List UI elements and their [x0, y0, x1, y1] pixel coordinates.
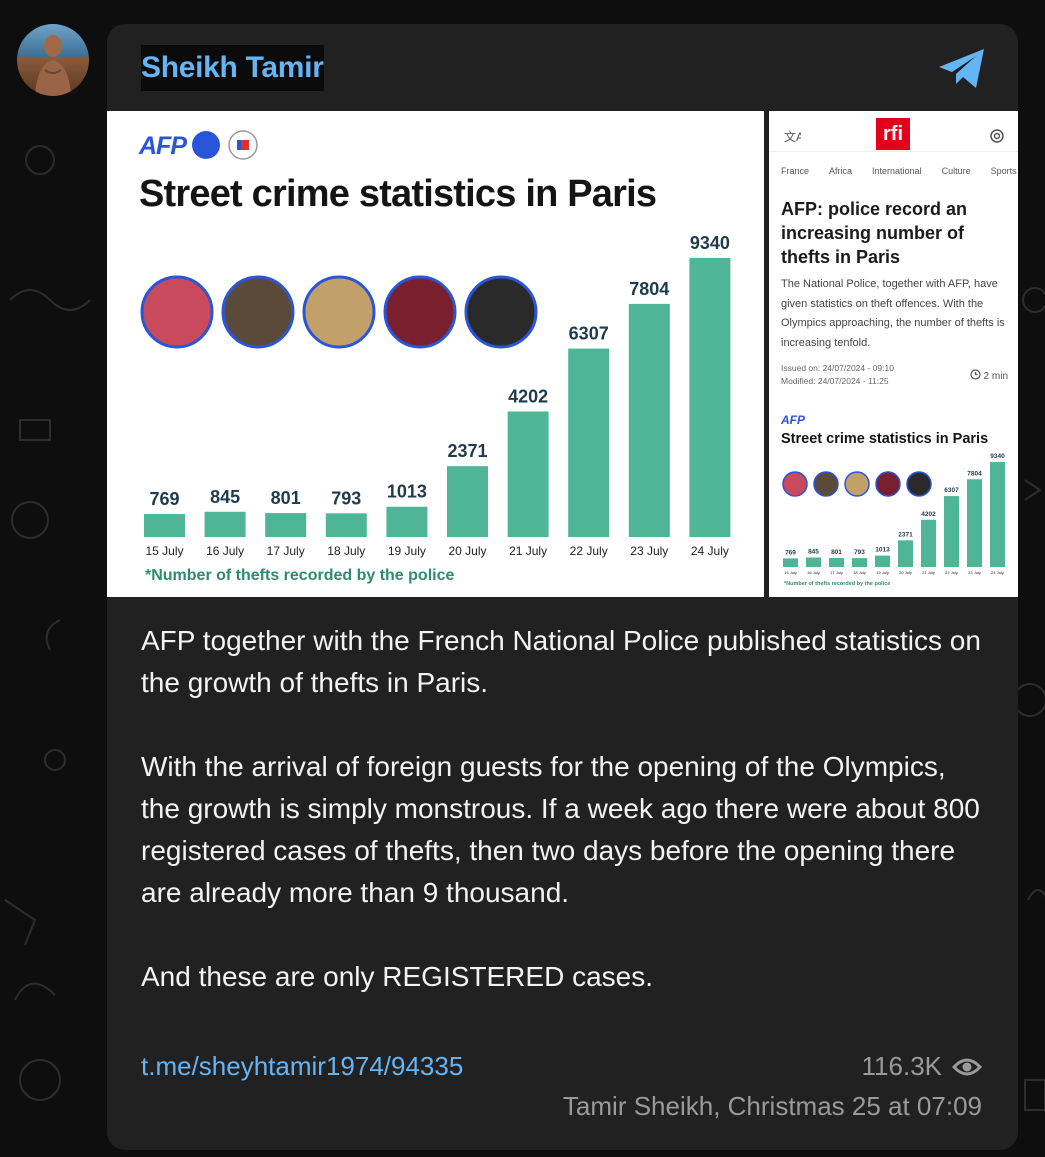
side-bar-6 — [898, 540, 913, 567]
side-theft-icons — [782, 471, 932, 497]
side-bar-5 — [875, 555, 890, 567]
side-bar-1 — [783, 558, 798, 567]
side-bar-2 — [806, 557, 821, 567]
side-value-label-7: 4202 — [921, 511, 936, 518]
side-category-label-10: 24 July — [991, 570, 1004, 575]
side-category-label-2: 16 July — [807, 570, 820, 575]
eye-icon — [952, 1058, 982, 1075]
value-label-7: 4202 — [508, 386, 548, 406]
bar-3 — [265, 513, 307, 537]
category-label-6: 20 July — [448, 544, 486, 558]
chart-footnote: *Number of thefts recorded by the police — [145, 567, 455, 584]
bar-6 — [447, 466, 488, 537]
side-bar-8 — [944, 496, 959, 567]
category-label-10: 24 July — [691, 544, 729, 558]
phone-theft-icon — [140, 275, 214, 349]
chart-area: 769 15 July 845 16 July 801 17 July 793 18 July… — [140, 233, 731, 558]
side-value-label-8: 6307 — [944, 487, 959, 494]
handbag-theft-icon — [464, 275, 538, 349]
chart-image[interactable]: AFP Street crime statistics in Paris 769… — [107, 111, 764, 597]
bar-9 — [628, 303, 670, 537]
category-label-7: 21 July — [509, 544, 547, 558]
bar-4 — [325, 513, 367, 537]
side-chart-footnote: *Number of thefts recorded by the police — [784, 581, 890, 587]
jewelry-theft-icon — [302, 275, 376, 349]
value-label-1: 769 — [149, 489, 179, 509]
side-bar-4 — [852, 558, 867, 567]
category-label-3: 17 July — [267, 544, 305, 558]
side-category-label-8: 22 July — [945, 570, 958, 575]
side-category-label-3: 17 July — [830, 570, 843, 575]
value-label-10: 9340 — [690, 233, 730, 253]
post-text: AFP together with the French National Po… — [141, 620, 981, 998]
side-category-label-5: 19 July — [876, 570, 889, 575]
side-bar-9 — [967, 479, 982, 567]
value-label-9: 7804 — [629, 279, 669, 299]
value-label-8: 6307 — [569, 324, 609, 344]
category-label-8: 22 July — [570, 544, 608, 558]
side-category-label-1: 15 July — [784, 570, 797, 575]
side-value-label-1: 769 — [785, 549, 796, 556]
bar-1 — [144, 514, 185, 537]
theft-icons — [140, 275, 538, 349]
value-label-2: 845 — [210, 487, 240, 507]
post-paragraph-1: AFP together with the French National Po… — [141, 625, 981, 698]
bar-7 — [507, 411, 549, 537]
side-value-label-2: 845 — [808, 549, 819, 556]
wallet-theft-icon — [221, 275, 295, 349]
side-value-label-10: 9340 — [990, 453, 1005, 460]
value-label-3: 801 — [271, 488, 301, 508]
article-screenshot[interactable]: 文A rfi France Africa International Culture S… — [769, 111, 1018, 597]
value-label-4: 793 — [331, 488, 361, 508]
side-category-label-9: 23 July — [968, 570, 981, 575]
category-label-4: 18 July — [327, 544, 365, 558]
bar-10 — [689, 258, 731, 537]
bar-5 — [386, 506, 428, 537]
side-value-label-3: 801 — [831, 549, 842, 556]
author-timestamp: Tamir Sheikh, Christmas 25 at 07:09 — [562, 1091, 982, 1121]
value-label-6: 2371 — [447, 441, 487, 461]
category-label-5: 19 July — [388, 544, 426, 558]
value-label-5: 1013 — [387, 482, 427, 502]
side-bar-3 — [829, 557, 844, 567]
view-count: 116.3K — [862, 1051, 982, 1082]
bar-8 — [568, 348, 610, 537]
message-card: Sheikh Tamir AFP Street crime statistics… — [107, 24, 1018, 1150]
post-paragraph-2: With the arrival of foreign guests for t… — [141, 751, 980, 908]
avatar-photo — [35, 35, 71, 96]
category-label-1: 15 July — [145, 544, 183, 558]
telegram-share-icon[interactable] — [936, 46, 988, 92]
side-value-label-6: 2371 — [898, 531, 913, 538]
side-value-label-4: 793 — [854, 549, 865, 556]
category-label-2: 16 July — [206, 544, 244, 558]
post-paragraph-3: And these are only REGISTERED cases. — [141, 961, 653, 992]
side-chart-thumbnail: 769 15 July 845 16 July 801 17 July 793 18 July… — [782, 453, 1005, 587]
side-bar-10 — [990, 462, 1005, 567]
side-category-label-7: 21 July — [922, 570, 935, 575]
view-count-label: 116.3K — [861, 1051, 942, 1081]
media-album[interactable]: AFP Street crime statistics in Paris 769… — [107, 111, 1018, 597]
side-category-label-6: 20 July — [899, 570, 912, 575]
bar-2 — [204, 511, 246, 537]
channel-avatar[interactable] — [17, 24, 89, 96]
side-category-label-4: 18 July — [853, 570, 866, 575]
channel-name[interactable]: Sheikh Tamir — [141, 45, 324, 91]
side-value-label-9: 7804 — [967, 470, 982, 477]
side-bar-7 — [921, 519, 936, 567]
category-label-9: 23 July — [630, 544, 668, 558]
side-value-label-5: 1013 — [875, 547, 890, 554]
passport-theft-icon — [383, 275, 457, 349]
post-link[interactable]: t.me/sheyhtamir1974/94335 — [141, 1051, 463, 1082]
